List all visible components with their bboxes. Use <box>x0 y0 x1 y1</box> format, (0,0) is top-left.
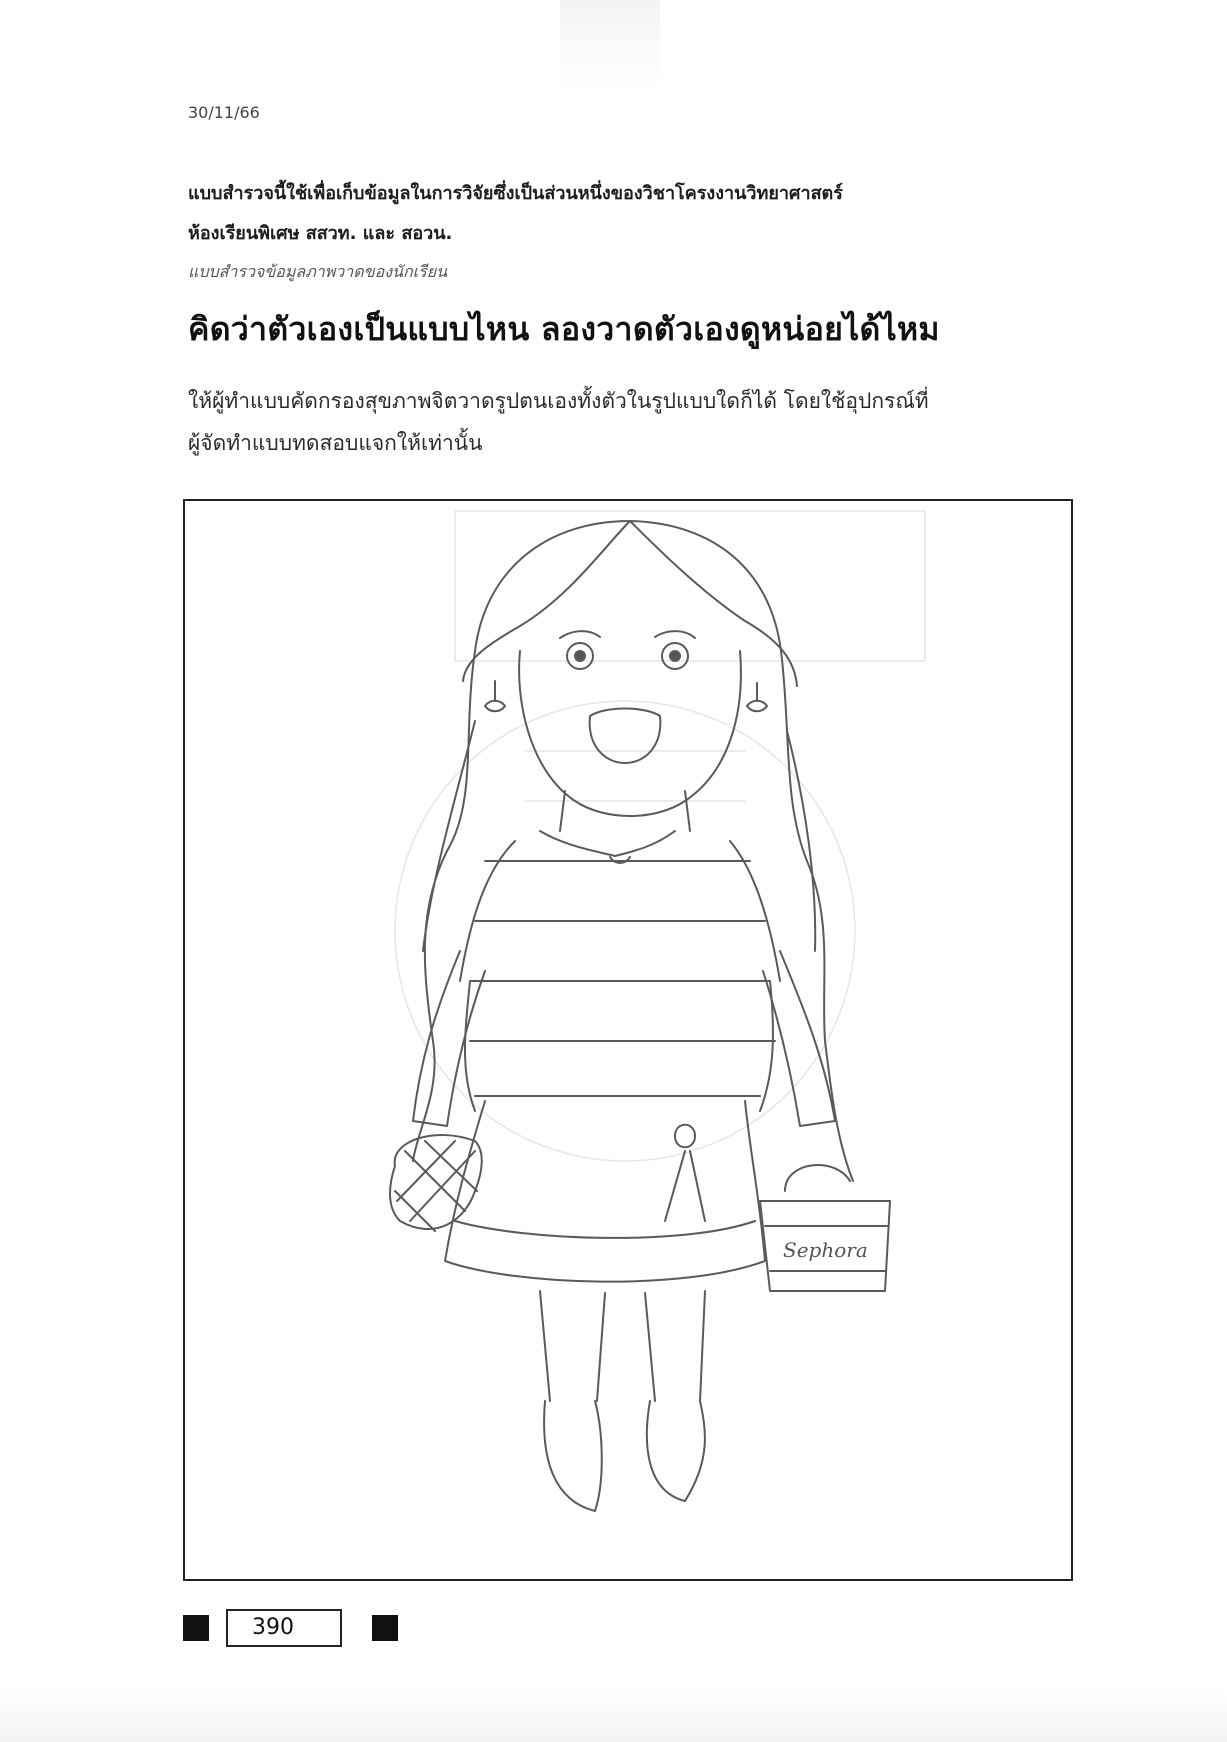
intro-line-1: แบบสำรวจนี้ใช้เพื่อเก็บข้อมูลในการวิจัยซ… <box>188 183 843 204</box>
face-outline <box>518 650 742 817</box>
bag-label: Sephora <box>783 1238 868 1262</box>
self-portrait-sketch: Sephora <box>389 510 926 1512</box>
survey-page: 30/11/66 แบบสำรวจนี้ใช้เพื่อเก็บข้อมูลใน… <box>0 0 1227 1742</box>
neck <box>559 790 691 832</box>
shirt <box>459 840 781 1112</box>
eyes <box>559 630 696 670</box>
scan-shadow-top <box>560 0 660 90</box>
drawing-area: Sephora <box>183 499 1073 1581</box>
mouth <box>588 707 662 764</box>
page-heading: คิดว่าตัวเองเป็นแบบไหน ลองวาดตัวเองดูหน่… <box>188 310 940 348</box>
necklace <box>539 830 676 864</box>
show-through-marks <box>394 510 926 1162</box>
scan-shadow-bottom <box>0 1690 1227 1742</box>
instructions: ให้ผู้ทำแบบคัดกรองสุขภาพจิตวาดรูปตนเองทั… <box>188 380 1068 464</box>
shoes <box>543 1400 706 1512</box>
instruction-line-2: ผู้จัดทำแบบทดสอบแจกให้เท่านั้น <box>188 431 483 455</box>
registration-mark-right <box>372 1615 398 1641</box>
belt-bow <box>664 1123 706 1222</box>
survey-subtitle: แบบสำรวจข้อมูลภาพวาดของนักเรียน <box>188 262 448 281</box>
registration-mark-left <box>183 1615 209 1641</box>
intro-line-2: ห้องเรียนพิเศษ สสวท. และ สอวน. <box>188 223 453 244</box>
basket <box>389 1134 483 1232</box>
legs <box>539 1290 706 1402</box>
sheet-number-box: 390 <box>226 1609 342 1647</box>
shopping-bag <box>759 1164 891 1292</box>
earrings <box>484 680 768 713</box>
sleeves <box>412 950 836 1127</box>
date-stamp: 30/11/66 <box>188 103 260 122</box>
instruction-line-1: ให้ผู้ทำแบบคัดกรองสุขภาพจิตวาดรูปตนเองทั… <box>188 389 929 413</box>
sheet-number: 390 <box>252 1615 294 1640</box>
skirt <box>444 1100 766 1283</box>
intro-text: แบบสำรวจนี้ใช้เพื่อเก็บข้อมูลในการวิจัยซ… <box>188 174 1088 254</box>
